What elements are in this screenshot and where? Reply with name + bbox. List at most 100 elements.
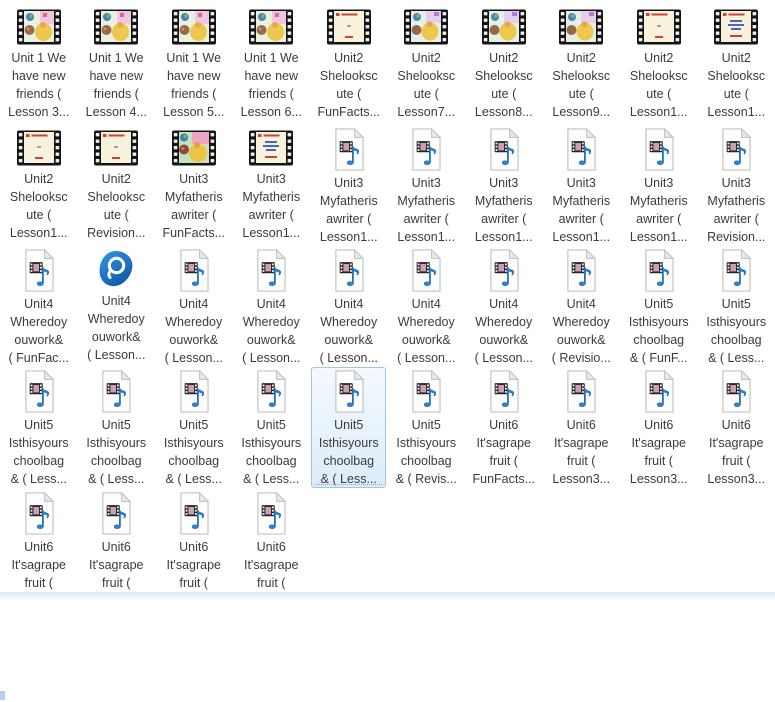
file-item[interactable]: Unit2Shelookscute (Lesson8... (466, 4, 541, 125)
file-label-line: choolbag (388, 452, 464, 470)
file-item[interactable]: Unit2Shelookscute (Lesson9... (544, 4, 619, 125)
file-item[interactable]: ♪ Unit4Wheredoyouwork&( Revisio... (544, 246, 619, 367)
file-item[interactable]: ♪ Unit4Wheredoyouwork&( Lesson... (389, 246, 464, 367)
file-icon-grid: Unit 1 Wehave newfriends (Lesson 3... Un… (0, 4, 775, 609)
file-label-line: Lesson8... (466, 103, 542, 121)
file-item[interactable]: Unit 1 Wehave newfriends (Lesson 5... (156, 4, 231, 125)
file-item[interactable]: ♪ Unit5Isthisyourschoolbag& ( Less... (699, 246, 774, 367)
file-item[interactable]: Unit2Shelookscute (FunFacts... (311, 4, 386, 125)
video-file-icon (637, 7, 681, 46)
file-item[interactable]: Unit 1 Wehave newfriends (Lesson 4... (79, 4, 154, 125)
file-item[interactable]: ♪ Unit6It'sagrapefruit (Lesson3... (621, 367, 696, 488)
file-label-line: have new (156, 67, 232, 85)
file-label-line: ouwork& (78, 328, 154, 346)
file-label-line: Unit4 (233, 295, 309, 313)
file-label-line: Shelooksc (543, 67, 619, 85)
file-item[interactable]: Unit2Shelookscute (Revision... (79, 125, 154, 246)
file-item[interactable]: Unit 1 Wehave newfriends (Lesson 6... (234, 4, 309, 125)
file-item[interactable]: ♪ Unit5Isthisyourschoolbag& ( FunF... (621, 246, 696, 367)
file-item[interactable]: ♪ Unit3Myfatherisawriter (Lesson1... (466, 125, 541, 246)
file-item[interactable]: ♪ Unit6It'sagrapefruit ( (156, 488, 231, 609)
file-label-line: Unit6 (233, 538, 309, 556)
file-label-line: & ( Less... (233, 470, 309, 488)
file-item[interactable]: ♪ Unit5Isthisyourschoolbag& ( Less... (156, 367, 231, 488)
svg-text:♪: ♪ (268, 505, 284, 534)
realplayer-file-icon (95, 249, 137, 289)
file-label-line: Unit3 (543, 174, 619, 192)
file-label: Unit5Isthisyourschoolbag& ( Revis... (388, 416, 464, 488)
file-item[interactable]: ♪ Unit4Wheredoyouwork&( FunFac... (1, 246, 76, 367)
file-item[interactable]: ♪ Unit5Isthisyourschoolbag& ( Less... (1, 367, 76, 488)
file-label: Unit6It'sagrapefruit (Lesson3... (543, 416, 619, 488)
file-label-line: Myfatheris (621, 192, 697, 210)
file-item[interactable]: Unit 1 Wehave newfriends (Lesson 3... (1, 4, 76, 125)
file-label-line: have new (1, 67, 77, 85)
file-label-line: have new (78, 67, 154, 85)
file-item[interactable]: ♪ Unit5Isthisyourschoolbag& ( Less... (311, 367, 386, 488)
file-item[interactable]: Unit2Shelookscute (Lesson7... (389, 4, 464, 125)
file-label-line: awriter ( (543, 210, 619, 228)
file-item[interactable]: ♪ Unit6It'sagrapefruit ( (234, 488, 309, 609)
file-item[interactable]: ♪ Unit6It'sagrapefruit ( (79, 488, 154, 609)
file-label-line: Unit 1 We (1, 49, 77, 67)
file-item[interactable]: Unit2Shelookscute (Lesson1... (621, 4, 696, 125)
file-item[interactable]: Unit2Shelookscute (Lesson1... (699, 4, 774, 125)
file-item[interactable]: ♪ Unit5Isthisyourschoolbag& ( Less... (234, 367, 309, 488)
file-label-line: ute ( (311, 85, 387, 103)
file-label-line: Isthisyours (698, 313, 774, 331)
file-item[interactable]: ♪ Unit5Isthisyourschoolbag& ( Revis... (389, 367, 464, 488)
video-file-icon (559, 7, 603, 46)
file-item[interactable]: Unit3Myfatherisawriter (FunFacts... (156, 125, 231, 246)
svg-text:♪: ♪ (655, 383, 671, 412)
file-label-line: ( FunFac... (1, 349, 77, 367)
audio-file-icon: ♪ (253, 370, 289, 413)
file-label-line: Unit 1 We (156, 49, 232, 67)
file-label-line: ouwork& (388, 331, 464, 349)
audio-file-icon: ♪ (718, 370, 754, 413)
file-item[interactable]: ♪ Unit6It'sagrapefruit (FunFacts... (466, 367, 541, 488)
svg-text:♪: ♪ (190, 505, 206, 534)
file-item[interactable]: ♪ Unit5Isthisyourschoolbag& ( Less... (79, 367, 154, 488)
file-item[interactable]: ♪ Unit4Wheredoyouwork&( Lesson... (234, 246, 309, 367)
file-label: Unit4Wheredoyouwork&( FunFac... (1, 295, 77, 367)
file-label: Unit4Wheredoyouwork&( Lesson... (156, 295, 232, 367)
file-label-line: Shelooksc (621, 67, 697, 85)
file-label-line: Lesson 6... (233, 103, 309, 121)
svg-text:♪: ♪ (113, 505, 129, 534)
file-label-line: choolbag (621, 331, 697, 349)
file-label-line: Unit6 (1, 538, 77, 556)
file-label-line: FunFacts... (311, 103, 387, 121)
file-label-line: Isthisyours (311, 434, 387, 452)
file-item[interactable]: ♪ Unit6It'sagrapefruit (Lesson3... (699, 367, 774, 488)
file-item[interactable]: ♪ Unit3Myfatherisawriter (Lesson1... (621, 125, 696, 246)
file-label-line: Unit2 (466, 49, 542, 67)
file-item[interactable]: Unit3Myfatherisawriter (Lesson1... (234, 125, 309, 246)
file-item[interactable]: ♪ Unit3Myfatherisawriter (Lesson1... (544, 125, 619, 246)
file-label-line: It'sagrape (1, 556, 77, 574)
file-item[interactable]: ♪ Unit6It'sagrapefruit ( (1, 488, 76, 609)
file-item[interactable]: ♪ Unit4Wheredoyouwork&( Lesson... (466, 246, 541, 367)
file-item[interactable]: Unit2Shelookscute (Lesson1... (1, 125, 76, 246)
file-label-line: Myfatheris (233, 188, 309, 206)
file-item[interactable]: ♪ Unit4Wheredoyouwork&( Lesson... (311, 246, 386, 367)
file-label-line: Unit4 (543, 295, 619, 313)
file-label-line: It'sagrape (621, 434, 697, 452)
file-label-line: ute ( (1, 206, 77, 224)
file-item[interactable]: ♪ Unit3Myfatherisawriter (Lesson1... (389, 125, 464, 246)
file-item[interactable]: ♪ Unit3Myfatherisawriter (Lesson1... (311, 125, 386, 246)
file-item[interactable]: ♪ Unit3Myfatherisawriter (Revision... (699, 125, 774, 246)
file-label-line: Unit 1 We (233, 49, 309, 67)
file-label: Unit3Myfatherisawriter (Lesson1... (621, 174, 697, 246)
file-label-line: Unit3 (156, 170, 232, 188)
file-label-line: Lesson 3... (1, 103, 77, 121)
file-label-line: Shelooksc (78, 188, 154, 206)
file-label-line: Unit5 (78, 416, 154, 434)
file-item[interactable]: Unit4Wheredoyouwork&( Lesson... (79, 246, 154, 367)
file-label-line: Shelooksc (1, 188, 77, 206)
file-label-line: Lesson3... (621, 470, 697, 488)
file-item[interactable]: ♪ Unit6It'sagrapefruit (Lesson3... (544, 367, 619, 488)
file-item[interactable]: ♪ Unit4Wheredoyouwork&( Lesson... (156, 246, 231, 367)
svg-text:♪: ♪ (500, 262, 516, 291)
file-label-line: Isthisyours (233, 434, 309, 452)
file-label-line: Lesson1... (698, 103, 774, 121)
